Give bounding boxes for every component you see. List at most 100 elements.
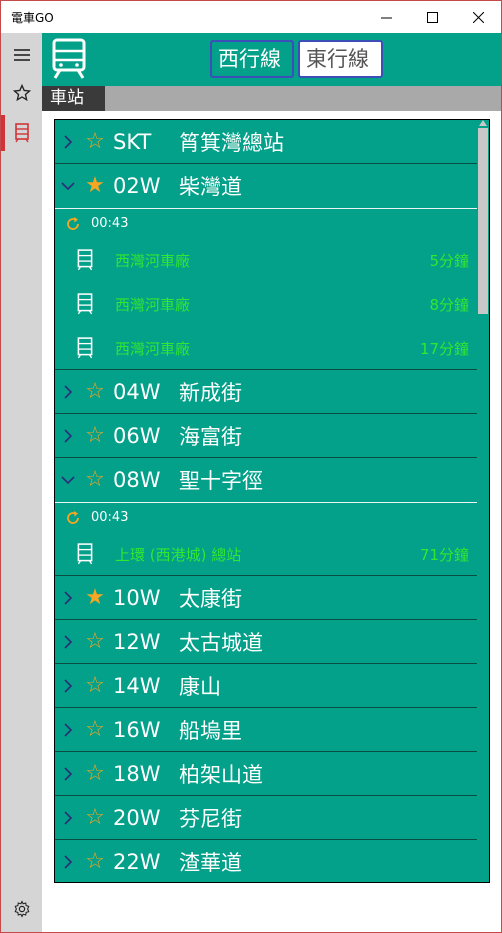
hamburger-menu-button[interactable] bbox=[1, 35, 42, 75]
station-name: 太古城道 bbox=[179, 630, 263, 655]
station-code: 10W bbox=[113, 585, 161, 610]
station-row[interactable]: ★ 10W 太康街 bbox=[55, 576, 477, 620]
tram-icon bbox=[77, 543, 93, 565]
star-outline-icon[interactable]: ☆ bbox=[81, 630, 109, 653]
star-outline-icon[interactable]: ☆ bbox=[81, 762, 109, 785]
station-row[interactable]: ☆ 08W 聖十字徑 bbox=[55, 458, 477, 502]
star-outline-icon[interactable]: ☆ bbox=[81, 806, 109, 829]
arrival-destination: 西灣河車廠 bbox=[115, 251, 191, 270]
station-row[interactable]: ☆ 20W 芬尼街 bbox=[55, 796, 477, 840]
chevron-right-icon bbox=[64, 428, 73, 443]
star-outline-icon[interactable]: ☆ bbox=[81, 674, 109, 697]
maximize-button[interactable] bbox=[409, 1, 455, 33]
expand-toggle[interactable] bbox=[55, 458, 81, 502]
star-filled-icon[interactable]: ★ bbox=[81, 175, 109, 197]
refresh-button[interactable] bbox=[55, 216, 91, 232]
chevron-right-icon bbox=[64, 384, 73, 399]
star-filled-icon[interactable]: ★ bbox=[81, 586, 109, 609]
station-code: 18W bbox=[113, 761, 161, 786]
station-row[interactable]: ☆ 04W 新成街 bbox=[55, 370, 477, 414]
station-code: 14W bbox=[113, 673, 161, 698]
chevron-right-icon bbox=[64, 590, 73, 605]
expand-toggle[interactable] bbox=[55, 120, 81, 164]
update-time-row: 00:43 bbox=[55, 208, 477, 238]
chevron-right-icon bbox=[64, 634, 73, 649]
station-name: 海富街 bbox=[179, 424, 242, 449]
chevron-right-icon bbox=[64, 766, 73, 781]
tram-icon bbox=[77, 249, 93, 271]
expand-toggle[interactable] bbox=[55, 620, 81, 664]
expand-toggle[interactable] bbox=[55, 164, 81, 208]
chevron-right-icon bbox=[64, 678, 73, 693]
expand-toggle[interactable] bbox=[55, 752, 81, 796]
expand-toggle[interactable] bbox=[55, 796, 81, 840]
station-code: 06W bbox=[113, 423, 161, 448]
chevron-down-icon bbox=[61, 182, 75, 191]
hamburger-icon bbox=[13, 49, 30, 61]
expand-toggle[interactable] bbox=[55, 414, 81, 458]
section-title: 車站 bbox=[42, 86, 105, 111]
star-outline-icon[interactable]: ☆ bbox=[81, 850, 109, 873]
arrival-tram bbox=[55, 337, 115, 359]
chevron-right-icon bbox=[64, 134, 73, 149]
title-bar: 電車GO bbox=[1, 1, 501, 33]
station-row[interactable]: ☆ 18W 柏架山道 bbox=[55, 752, 477, 796]
expand-toggle[interactable] bbox=[55, 576, 81, 620]
station-name: 聖十字徑 bbox=[179, 469, 263, 493]
scroll-up-arrow-icon[interactable] bbox=[479, 120, 487, 126]
station-row[interactable]: ☆ SKT 筲箕灣總站 bbox=[55, 120, 477, 164]
close-icon bbox=[472, 11, 484, 23]
close-button[interactable] bbox=[455, 1, 501, 33]
westbound-button[interactable]: 西行線 bbox=[210, 40, 294, 78]
expand-toggle[interactable] bbox=[55, 840, 81, 883]
scrollbar[interactable] bbox=[477, 120, 489, 882]
star-outline-icon[interactable]: ☆ bbox=[81, 469, 109, 491]
station-name: 芬尼街 bbox=[179, 806, 242, 831]
station-row[interactable]: ☆ 16W 船塢里 bbox=[55, 708, 477, 752]
station-code: SKT bbox=[113, 129, 152, 154]
tram-logo-icon bbox=[52, 38, 86, 79]
chevron-right-icon bbox=[64, 810, 73, 825]
expand-toggle[interactable] bbox=[55, 664, 81, 708]
update-time-row: 00:43 bbox=[55, 502, 477, 532]
eastbound-button[interactable]: 東行線 bbox=[298, 40, 383, 78]
station-row[interactable]: ☆ 22W 渣華道 bbox=[55, 840, 477, 883]
nav-rail bbox=[1, 33, 42, 932]
star-outline-icon[interactable]: ☆ bbox=[81, 380, 109, 403]
update-time: 00:43 bbox=[91, 510, 129, 525]
arrival-eta: 71分鐘 bbox=[419, 545, 469, 564]
app-header: 西行線 東行線 bbox=[42, 33, 501, 86]
station-row[interactable]: ☆ 14W 康山 bbox=[55, 664, 477, 708]
star-outline-icon[interactable]: ☆ bbox=[81, 718, 109, 741]
station-name: 柴灣道 bbox=[179, 175, 242, 199]
stations-nav-item[interactable] bbox=[1, 113, 42, 153]
favorites-nav-item[interactable] bbox=[1, 73, 42, 113]
expand-toggle[interactable] bbox=[55, 708, 81, 752]
arrival-eta: 17分鐘 bbox=[419, 339, 469, 358]
star-outline-icon[interactable]: ☆ bbox=[81, 424, 109, 447]
minimize-button[interactable] bbox=[363, 1, 409, 33]
expand-toggle[interactable] bbox=[55, 370, 81, 414]
arrival-row: 西灣河車廠 5分鐘 bbox=[55, 238, 477, 282]
update-time: 00:43 bbox=[91, 216, 129, 231]
station-code: 08W bbox=[113, 468, 161, 492]
station-code: 20W bbox=[113, 805, 161, 830]
station-row[interactable]: ☆ 12W 太古城道 bbox=[55, 620, 477, 664]
station-list[interactable]: ☆ SKT 筲箕灣總站 ★ 02W 柴灣道 00:43 西灣河車廠 5分鐘 西灣河車廠 8分鐘 西灣河… bbox=[54, 119, 490, 883]
section-bar: 車站 bbox=[42, 86, 501, 111]
arrival-row: 上環 (西港城) 總站 71分鐘 bbox=[55, 532, 477, 576]
arrival-tram bbox=[55, 543, 115, 565]
chevron-down-icon bbox=[61, 476, 75, 485]
tram-icon bbox=[14, 123, 29, 143]
settings-button[interactable] bbox=[1, 889, 42, 929]
station-row[interactable]: ☆ 06W 海富街 bbox=[55, 414, 477, 458]
arrival-row: 西灣河車廠 17分鐘 bbox=[55, 326, 477, 370]
station-name: 太康街 bbox=[179, 586, 242, 611]
station-name: 船塢里 bbox=[179, 718, 242, 743]
arrival-destination: 西灣河車廠 bbox=[115, 295, 191, 314]
scrollbar-thumb[interactable] bbox=[478, 128, 488, 314]
refresh-button[interactable] bbox=[55, 510, 91, 526]
arrival-tram bbox=[55, 293, 115, 315]
star-outline-icon[interactable]: ☆ bbox=[81, 130, 109, 153]
station-row[interactable]: ★ 02W 柴灣道 bbox=[55, 164, 477, 208]
